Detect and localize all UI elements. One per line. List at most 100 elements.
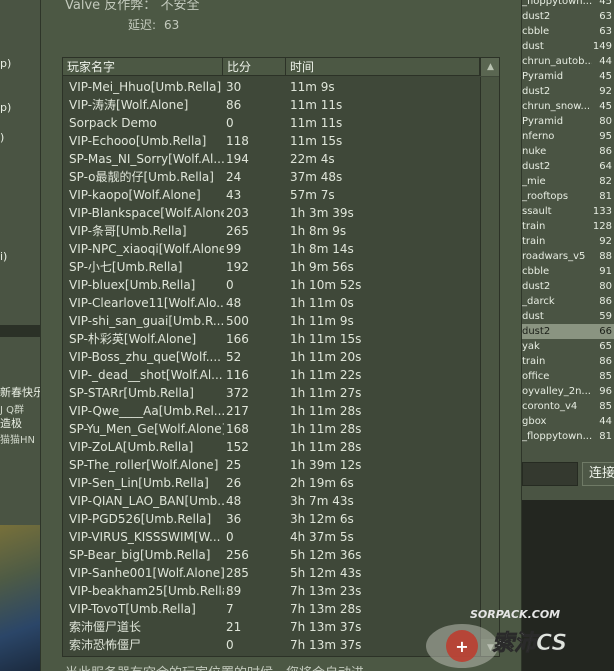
server-row[interactable]: _mie 82 xyxy=(522,174,614,189)
player-row[interactable]: VIP-涛涛[Wolf.Alone] 86 11m 11s xyxy=(63,96,481,114)
player-score: 265 xyxy=(226,224,249,238)
server-row[interactable]: coronto_v4 85 xyxy=(522,399,614,414)
player-row[interactable]: SP-Yu_Men_Ge[Wolf.Alone] 168 1h 11m 28s xyxy=(63,420,481,438)
player-name: VIP-Echooo[Umb.Rella] xyxy=(69,134,207,148)
server-row[interactable]: chrun_autob... 44 xyxy=(522,54,614,69)
server-map: oyvalley_2n... xyxy=(522,386,591,397)
background-server-list-right: _floppytown... 45 dust2 63 cbble 63 dust 149 chr… xyxy=(522,0,614,671)
player-name: VIP-shi_san_guai[Umb.R... xyxy=(69,314,224,328)
player-row[interactable]: Sorpack Demo 0 11m 11s xyxy=(63,114,481,132)
server-row[interactable]: dust 149 xyxy=(522,39,614,54)
player-score: 30 xyxy=(226,80,242,94)
player-row[interactable]: VIP-Sen_Lin[Umb.Rella] 26 2h 19m 6s xyxy=(63,474,481,492)
player-row[interactable]: VIP-shi_san_guai[Umb.R... 500 1h 11m 9s xyxy=(63,312,481,330)
anticheat-row: Valve 反作弊： 不安全 xyxy=(65,0,199,13)
player-row[interactable]: SP-o最靓的仔[Umb.Rella] 24 37m 48s xyxy=(63,168,481,186)
server-ping: 96 xyxy=(599,386,612,397)
server-row[interactable]: Pyramid 45 xyxy=(522,69,614,84)
server-row[interactable]: dust2 63 xyxy=(522,9,614,24)
server-row[interactable]: roadwars_v5 88 xyxy=(522,249,614,264)
player-score: 52 xyxy=(226,350,242,364)
server-row[interactable]: oyvalley_2n... 96 xyxy=(522,384,614,399)
player-row[interactable]: VIP-QIAN_LAO_BAN[Umb.... 48 3h 7m 43s xyxy=(63,492,481,510)
anticheat-label: Valve 反作弊： xyxy=(65,0,157,13)
server-row[interactable]: _floppytown... 45 xyxy=(522,0,614,9)
player-row[interactable]: VIP-Clearlove11[Wolf.Alo... 48 1h 11m 0s xyxy=(63,294,481,312)
server-row[interactable]: dust2 92 xyxy=(522,84,614,99)
server-ping: 88 xyxy=(599,251,612,262)
player-time: 2h 19m 6s xyxy=(290,476,354,490)
server-row[interactable]: train 86 xyxy=(522,354,614,369)
server-map: gbox xyxy=(522,416,547,427)
player-row[interactable]: VIP-Mei_Hhuo[Umb.Rella] 30 11m 9s xyxy=(63,78,481,96)
server-row[interactable]: dust 59 xyxy=(522,309,614,324)
player-row[interactable]: SP-The_roller[Wolf.Alone] 25 1h 39m 12s xyxy=(63,456,481,474)
column-header-score[interactable]: 比分 xyxy=(223,58,286,76)
player-time: 1h 11m 9s xyxy=(290,314,354,328)
player-row[interactable]: SP-朴彩英[Wolf.Alone] 166 1h 11m 15s xyxy=(63,330,481,348)
player-list[interactable]: 玩家名字 比分 时间 ▲ VIP-Mei_Hhuo[Umb.Rella] 30 11… xyxy=(62,57,500,657)
player-row[interactable]: VIP-Blankspace[Wolf.Alone] 203 1h 3m 39s xyxy=(63,204,481,222)
player-row[interactable]: 索沛恐怖僵尸 0 7h 13m 37s xyxy=(63,636,481,654)
player-score: 86 xyxy=(226,98,242,112)
column-header-time[interactable]: 时间 xyxy=(286,58,480,76)
player-row[interactable]: VIP-Boss_zhu_que[Wolf.... 52 1h 11m 20s xyxy=(63,348,481,366)
player-row[interactable]: VIP-PGD526[Umb.Rella] 36 3h 12m 6s xyxy=(63,510,481,528)
scrollbar[interactable]: ▼ xyxy=(480,77,499,656)
server-row[interactable]: Pyramid 80 xyxy=(522,114,614,129)
player-score: 217 xyxy=(226,404,249,418)
server-row[interactable]: office 85 xyxy=(522,369,614,384)
player-time: 3h 12m 6s xyxy=(290,512,354,526)
server-row[interactable]: dust2 64 xyxy=(522,159,614,174)
player-row[interactable]: VIP-Echooo[Umb.Rella] 118 11m 15s xyxy=(63,132,481,150)
server-row[interactable]: dust2 80 xyxy=(522,279,614,294)
server-map: dust2 xyxy=(522,11,551,22)
server-ping: 64 xyxy=(599,161,612,172)
player-row[interactable]: VIP-bluex[Umb.Rella] 0 1h 10m 52s xyxy=(63,276,481,294)
server-map: _floppytown... xyxy=(522,0,592,7)
server-row[interactable]: train 128 xyxy=(522,219,614,234)
server-row[interactable]: dust2 66 xyxy=(522,324,614,339)
player-score: 0 xyxy=(226,638,234,652)
server-row[interactable]: gbox 44 xyxy=(522,414,614,429)
player-name: VIP-涛涛[Wolf.Alone] xyxy=(69,98,189,112)
background-server-list-left: p) p) ) i) 新春快乐 J Q群 造极 猫猫HN xyxy=(0,0,40,671)
player-row[interactable]: VIP-Sanhe001[Wolf.Alone] 285 5h 12m 43s xyxy=(63,564,481,582)
server-row[interactable]: _floppytown... 81 xyxy=(522,429,614,444)
player-row[interactable]: VIP-beakham25[Umb.Rella] 89 7h 13m 23s xyxy=(63,582,481,600)
server-row[interactable]: nuke 86 xyxy=(522,144,614,159)
column-header-name[interactable]: 玩家名字 xyxy=(63,58,223,76)
scroll-up-arrow-icon[interactable]: ▲ xyxy=(480,58,499,76)
server-row[interactable]: train 92 xyxy=(522,234,614,249)
server-ping: 66 xyxy=(599,326,612,337)
player-row[interactable]: VIP-Qwe____Aa[Umb.Rel... 217 1h 11m 28s xyxy=(63,402,481,420)
server-row[interactable]: ssault 133 xyxy=(522,204,614,219)
server-ping: 63 xyxy=(599,11,612,22)
player-row[interactable]: SP-STARr[Umb.Rella] 372 1h 11m 27s xyxy=(63,384,481,402)
server-row[interactable]: _darck 86 xyxy=(522,294,614,309)
server-row[interactable]: yak 65 xyxy=(522,339,614,354)
player-row[interactable]: 索沛僵尸道长 21 7h 13m 37s xyxy=(63,618,481,636)
server-row[interactable]: _rooftops 81 xyxy=(522,189,614,204)
player-row[interactable]: SP-Bear_big[Umb.Rella] 256 5h 12m 36s xyxy=(63,546,481,564)
player-name: VIP-Qwe____Aa[Umb.Rel... xyxy=(69,404,224,418)
player-row[interactable]: VIP-_dead__shot[Wolf.Al... 116 1h 11m 22s xyxy=(63,366,481,384)
bg-address-input[interactable] xyxy=(522,462,578,486)
connect-button[interactable]: 连接 xyxy=(582,462,614,486)
player-score: 118 xyxy=(226,134,249,148)
server-row[interactable]: nferno 95 xyxy=(522,129,614,144)
server-row[interactable]: cbble 63 xyxy=(522,24,614,39)
bg-fragment: J Q群 xyxy=(0,405,24,416)
sorpack-watermark-logo: + SORPACK.COM 索沛CS xyxy=(426,608,568,668)
player-row[interactable]: SP-Mas_NI_Sorry[Wolf.Al... 194 22m 4s xyxy=(63,150,481,168)
player-row[interactable]: VIP-NPC_xiaoqi[Wolf.Alone] 99 1h 8m 14s xyxy=(63,240,481,258)
player-row[interactable]: VIP-VIRUS_KISSSWIM[W... 0 4h 37m 5s xyxy=(63,528,481,546)
player-row[interactable]: VIP-ZoLA[Umb.Rella] 152 1h 11m 28s xyxy=(63,438,481,456)
server-row[interactable]: chrun_snow... 45 xyxy=(522,99,614,114)
player-row[interactable]: VIP-条哥[Umb.Rella] 265 1h 8m 9s xyxy=(63,222,481,240)
player-row[interactable]: SP-小七[Umb.Rella] 192 1h 9m 56s xyxy=(63,258,481,276)
player-row[interactable]: VIP-kaopo[Wolf.Alone] 43 57m 7s xyxy=(63,186,481,204)
player-score: 256 xyxy=(226,548,249,562)
player-row[interactable]: VIP-TovoT[Umb.Rella] 7 7h 13m 28s xyxy=(63,600,481,618)
server-row[interactable]: cbble 91 xyxy=(522,264,614,279)
